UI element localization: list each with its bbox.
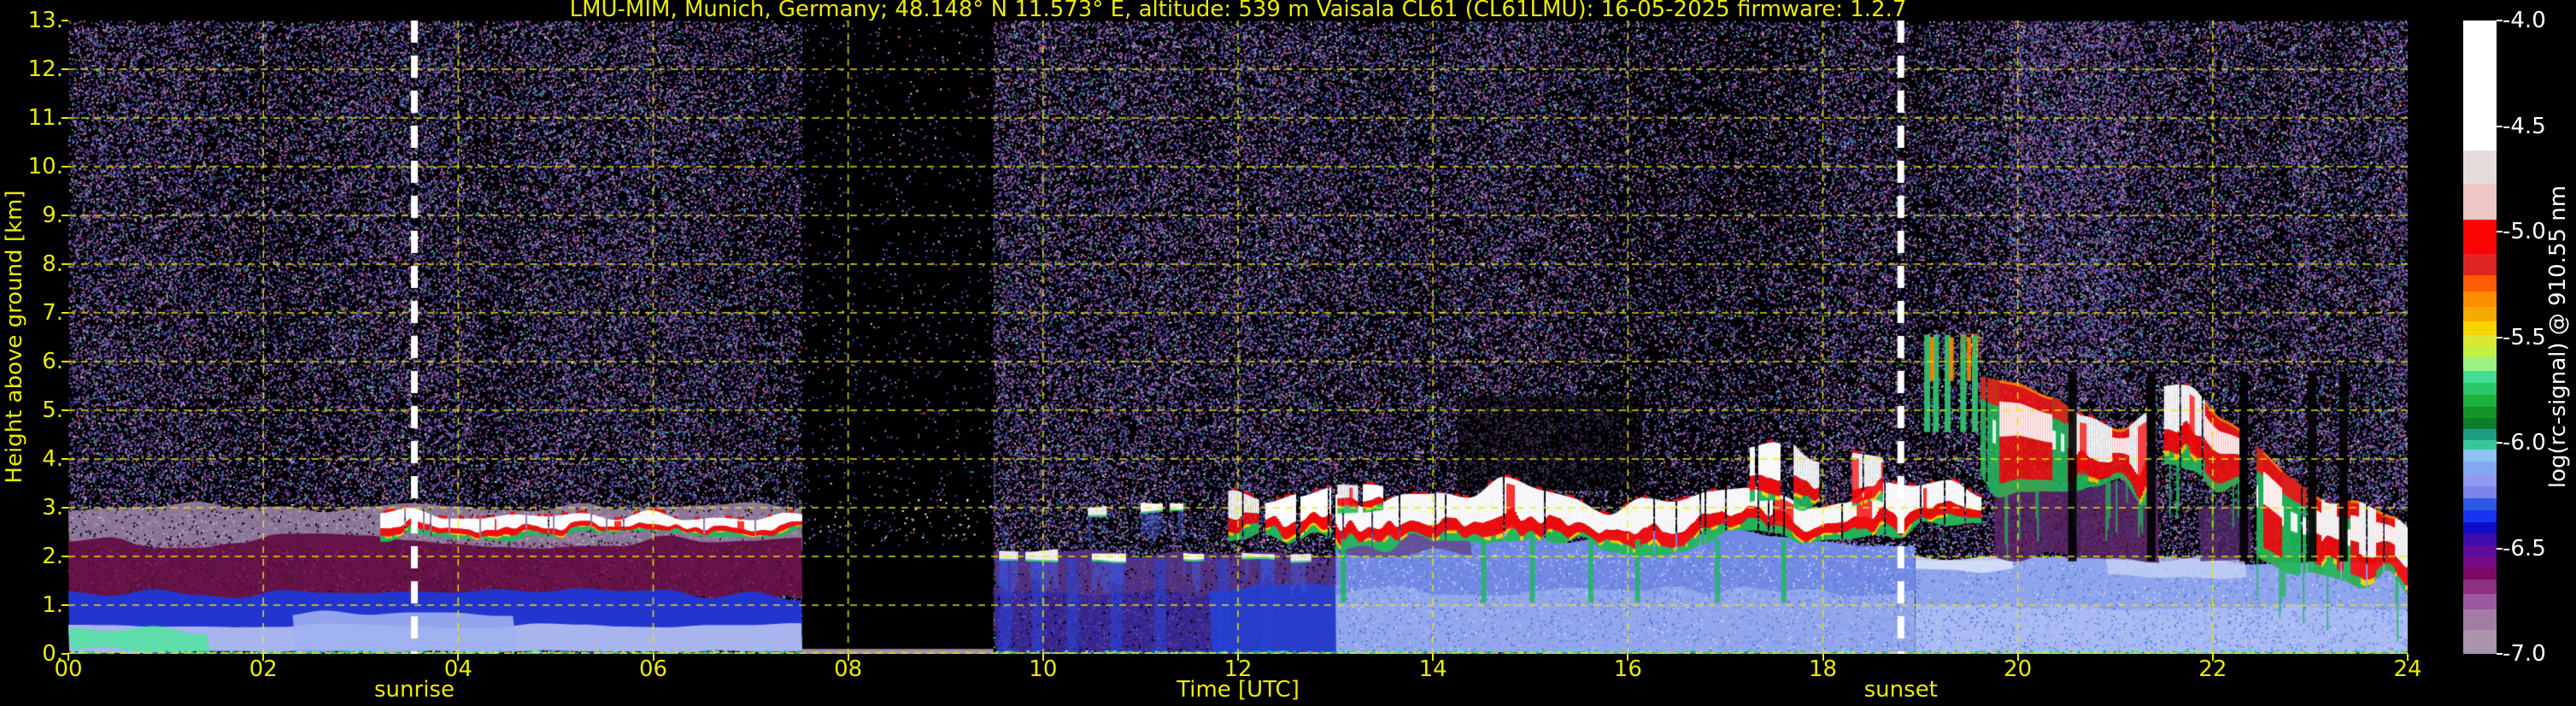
y-tick-label: 6. [42,349,63,374]
y-tick-label: 13. [27,8,63,33]
y-tick-label: 3. [42,495,63,521]
y-tick-label: 5. [42,397,63,423]
colorbar-tick-mark [2497,231,2503,232]
colorbar [2463,21,2497,655]
x-tick-mark [1042,654,1044,661]
colorbar-segment [2463,335,2497,348]
colorbar-segment [2463,21,2497,151]
colorbar-tick-label: -6.5 [2503,535,2546,562]
heatmap-canvas [68,21,2408,654]
y-tick-mark [62,409,68,411]
colorbar-tick-mark [2497,442,2503,444]
y-tick-mark [62,458,68,460]
colorbar-tick-mark [2497,547,2503,550]
x-tick-mark [1822,654,1824,661]
colorbar-segment [2463,497,2497,511]
x-tick-mark [67,654,69,661]
x-tick-mark [847,654,849,661]
colorbar-segment [2463,306,2497,322]
colorbar-segment [2463,394,2497,408]
colorbar-segment [2463,357,2497,372]
y-tick-label: 4. [42,446,63,472]
plot-title: LMU-MIM, Munich, Germany; 48.148° N 11.5… [569,0,1907,22]
y-tick-mark [62,556,68,557]
y-tick-mark [62,361,68,362]
y-tick-mark [62,20,68,21]
colorbar-segment [2463,544,2497,557]
colorbar-segment [2463,629,2497,655]
colorbar-segment [2463,485,2497,499]
colorbar-segment [2463,370,2497,384]
colorbar-segment [2463,274,2497,292]
x-tick-mark [2407,654,2409,661]
colorbar-tick-label: -4.0 [2503,8,2546,33]
y-tick-label: 1. [42,592,63,618]
colorbar-segment [2463,579,2497,595]
colorbar-label: log(rc-signal) @ 910.55 nm [2545,185,2571,489]
x-axis-label: Time [UTC] [1177,677,1300,703]
colorbar-tick-label: -6.0 [2503,430,2546,456]
colorbar-segment [2463,150,2497,185]
y-tick-mark [62,215,68,216]
x-tick-mark [2016,654,2019,661]
colorbar-tick-label: -4.5 [2503,113,2546,139]
colorbar-segment [2463,253,2497,276]
colorbar-segment [2463,521,2497,534]
sunset-annotation: sunset [1863,677,1938,703]
colorbar-segment [2463,449,2497,462]
x-tick-mark [652,654,654,661]
y-tick-mark [62,604,68,606]
y-tick-mark [62,68,68,70]
colorbar-segment [2463,428,2497,441]
colorbar-segment [2463,474,2497,487]
colorbar-segment [2463,347,2497,358]
colorbar-tick-mark [2497,336,2503,338]
colorbar-segment [2463,609,2497,631]
y-tick-mark [62,166,68,168]
colorbar-segment [2463,568,2497,580]
y-tick-mark [62,312,68,314]
x-tick-mark [262,654,265,661]
x-tick-mark [2211,654,2214,661]
y-tick-label: 12. [27,56,63,82]
y-tick-label: 2. [42,544,63,569]
y-tick-label: 8. [42,251,63,277]
colorbar-segment [2463,462,2497,475]
colorbar-tick-mark [2497,653,2503,655]
colorbar-segment [2463,418,2497,430]
colorbar-segment [2463,593,2497,610]
colorbar-segment [2463,556,2497,568]
y-tick-mark [62,263,68,265]
colorbar-tick-label: -7.0 [2503,641,2546,667]
colorbar-tick-mark [2497,125,2503,127]
x-tick-mark [1627,654,1629,661]
colorbar-segment [2463,321,2497,336]
y-tick-label: 9. [42,203,63,228]
colorbar-segment [2463,533,2497,546]
y-axis-label: Height above ground [km] [2,190,27,484]
x-tick-mark [1237,654,1239,661]
y-tick-label: 11. [27,105,63,131]
x-tick-mark [457,654,460,661]
ceilometer-quicklook-figure: LMU-MIM, Munich, Germany; 48.148° N 11.5… [0,0,2576,706]
colorbar-segment [2463,220,2497,255]
colorbar-segment [2463,184,2497,221]
x-tick-mark [1432,654,1435,661]
colorbar-segment [2463,382,2497,396]
sunrise-annotation: sunrise [374,677,455,703]
y-tick-mark [62,507,68,509]
colorbar-segment [2463,407,2497,419]
y-tick-label: 7. [42,300,63,326]
colorbar-tick-label: -5.5 [2503,324,2546,350]
colorbar-segment [2463,509,2497,523]
y-tick-mark [62,117,68,119]
colorbar-segment [2463,439,2497,450]
colorbar-segment [2463,291,2497,308]
y-tick-label: 10. [27,154,63,179]
colorbar-tick-label: -5.0 [2503,219,2546,244]
colorbar-tick-mark [2497,20,2503,21]
